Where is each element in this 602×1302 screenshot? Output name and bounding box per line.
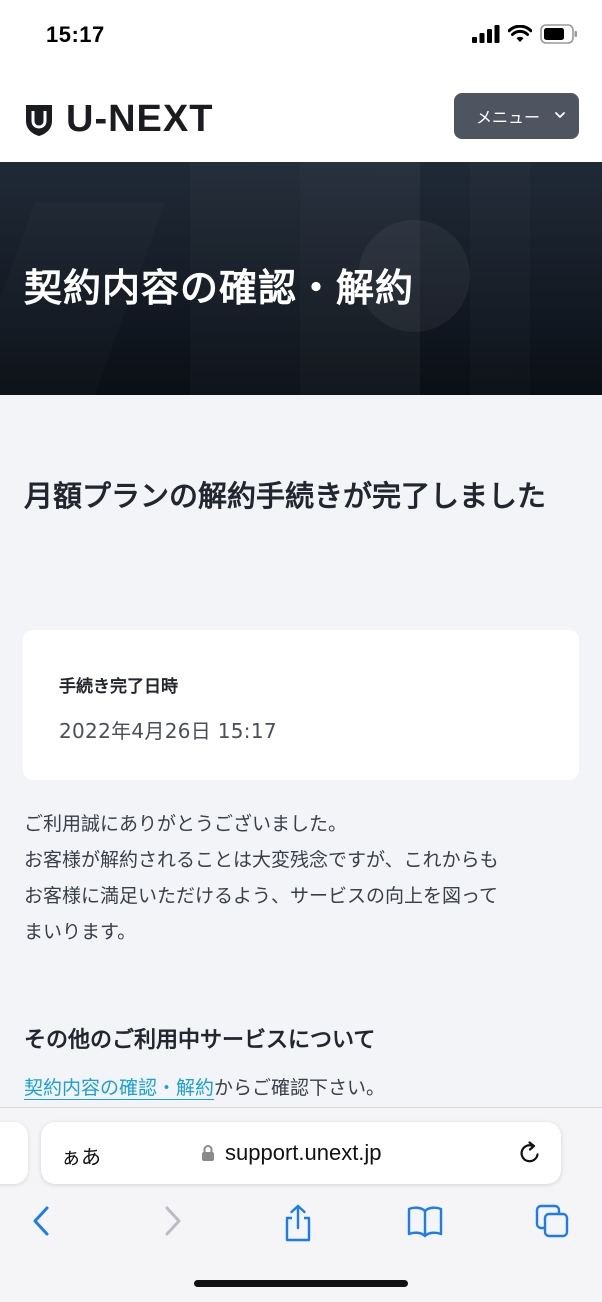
- tabs-icon[interactable]: [535, 1204, 571, 1240]
- thanks-message: ご利用誠にありがとうございました。 お客様が解約されることは大変残念ですが、これ…: [24, 806, 584, 950]
- browser-toolbar: [0, 1204, 602, 1244]
- unext-shield-icon: [26, 104, 52, 136]
- url-display[interactable]: support.unext.jp: [201, 1140, 382, 1166]
- other-services-heading: その他のご利用中サービスについて: [24, 1028, 376, 1053]
- home-indicator: [194, 1280, 408, 1287]
- completion-heading: 月額プランの解約手続きが完了しました: [24, 479, 547, 513]
- book-icon[interactable]: [406, 1204, 444, 1238]
- share-icon[interactable]: [282, 1204, 314, 1242]
- unext-logo[interactable]: U-NEXT: [24, 98, 213, 141]
- hero-decoration: [470, 162, 530, 395]
- lock-icon: [202, 1145, 214, 1161]
- contract-check-link[interactable]: 契約内容の確認・解約: [24, 1077, 215, 1100]
- menu-label: メニュー: [476, 108, 541, 127]
- completion-date-label: 手続き完了日時: [59, 677, 178, 697]
- thanks-line: お客様が解約されることは大変残念ですが、これからも: [24, 849, 499, 871]
- previous-tab-preview[interactable]: [0, 1122, 28, 1184]
- status-time: 15:17: [46, 22, 105, 47]
- thanks-line: まいります。: [24, 921, 137, 943]
- wifi-icon: [508, 25, 532, 42]
- signal-icon: [472, 25, 500, 43]
- reload-icon[interactable]: [517, 1140, 543, 1166]
- chevron-down-icon: [555, 112, 565, 118]
- browser-bar: ぁあ support.unext.jp: [0, 1107, 602, 1302]
- page-settings-button[interactable]: ぁあ: [61, 1141, 101, 1170]
- completion-info-card: 手続き完了日時 2022年4月26日 15:17: [23, 630, 579, 780]
- page-title: 契約内容の確認・解約: [24, 266, 415, 310]
- status-bar: 15:17: [0, 0, 602, 70]
- back-chevron-icon[interactable]: [30, 1204, 54, 1238]
- status-icons: [472, 24, 578, 44]
- url-text: support.unext.jp: [225, 1140, 382, 1165]
- completion-date-value: 2022年4月26日 15:17: [59, 719, 277, 743]
- thanks-line: お客様に満足いただけるよう、サービスの向上を図って: [24, 885, 499, 907]
- other-services-text: 契約内容の確認・解約からご確認下さい。: [24, 1073, 385, 1100]
- logo-text: U-NEXT: [66, 98, 214, 140]
- other-services-suffix: からご確認下さい。: [214, 1077, 386, 1099]
- battery-icon: [540, 24, 577, 44]
- forward-chevron-icon[interactable]: [160, 1204, 184, 1238]
- menu-button[interactable]: メニュー: [454, 93, 579, 139]
- hero-banner: 契約内容の確認・解約: [0, 162, 602, 395]
- thanks-line: ご利用誠にありがとうございました。: [24, 813, 348, 835]
- site-header: U-NEXT メニュー: [0, 70, 602, 162]
- address-bar[interactable]: ぁあ support.unext.jp: [41, 1122, 561, 1184]
